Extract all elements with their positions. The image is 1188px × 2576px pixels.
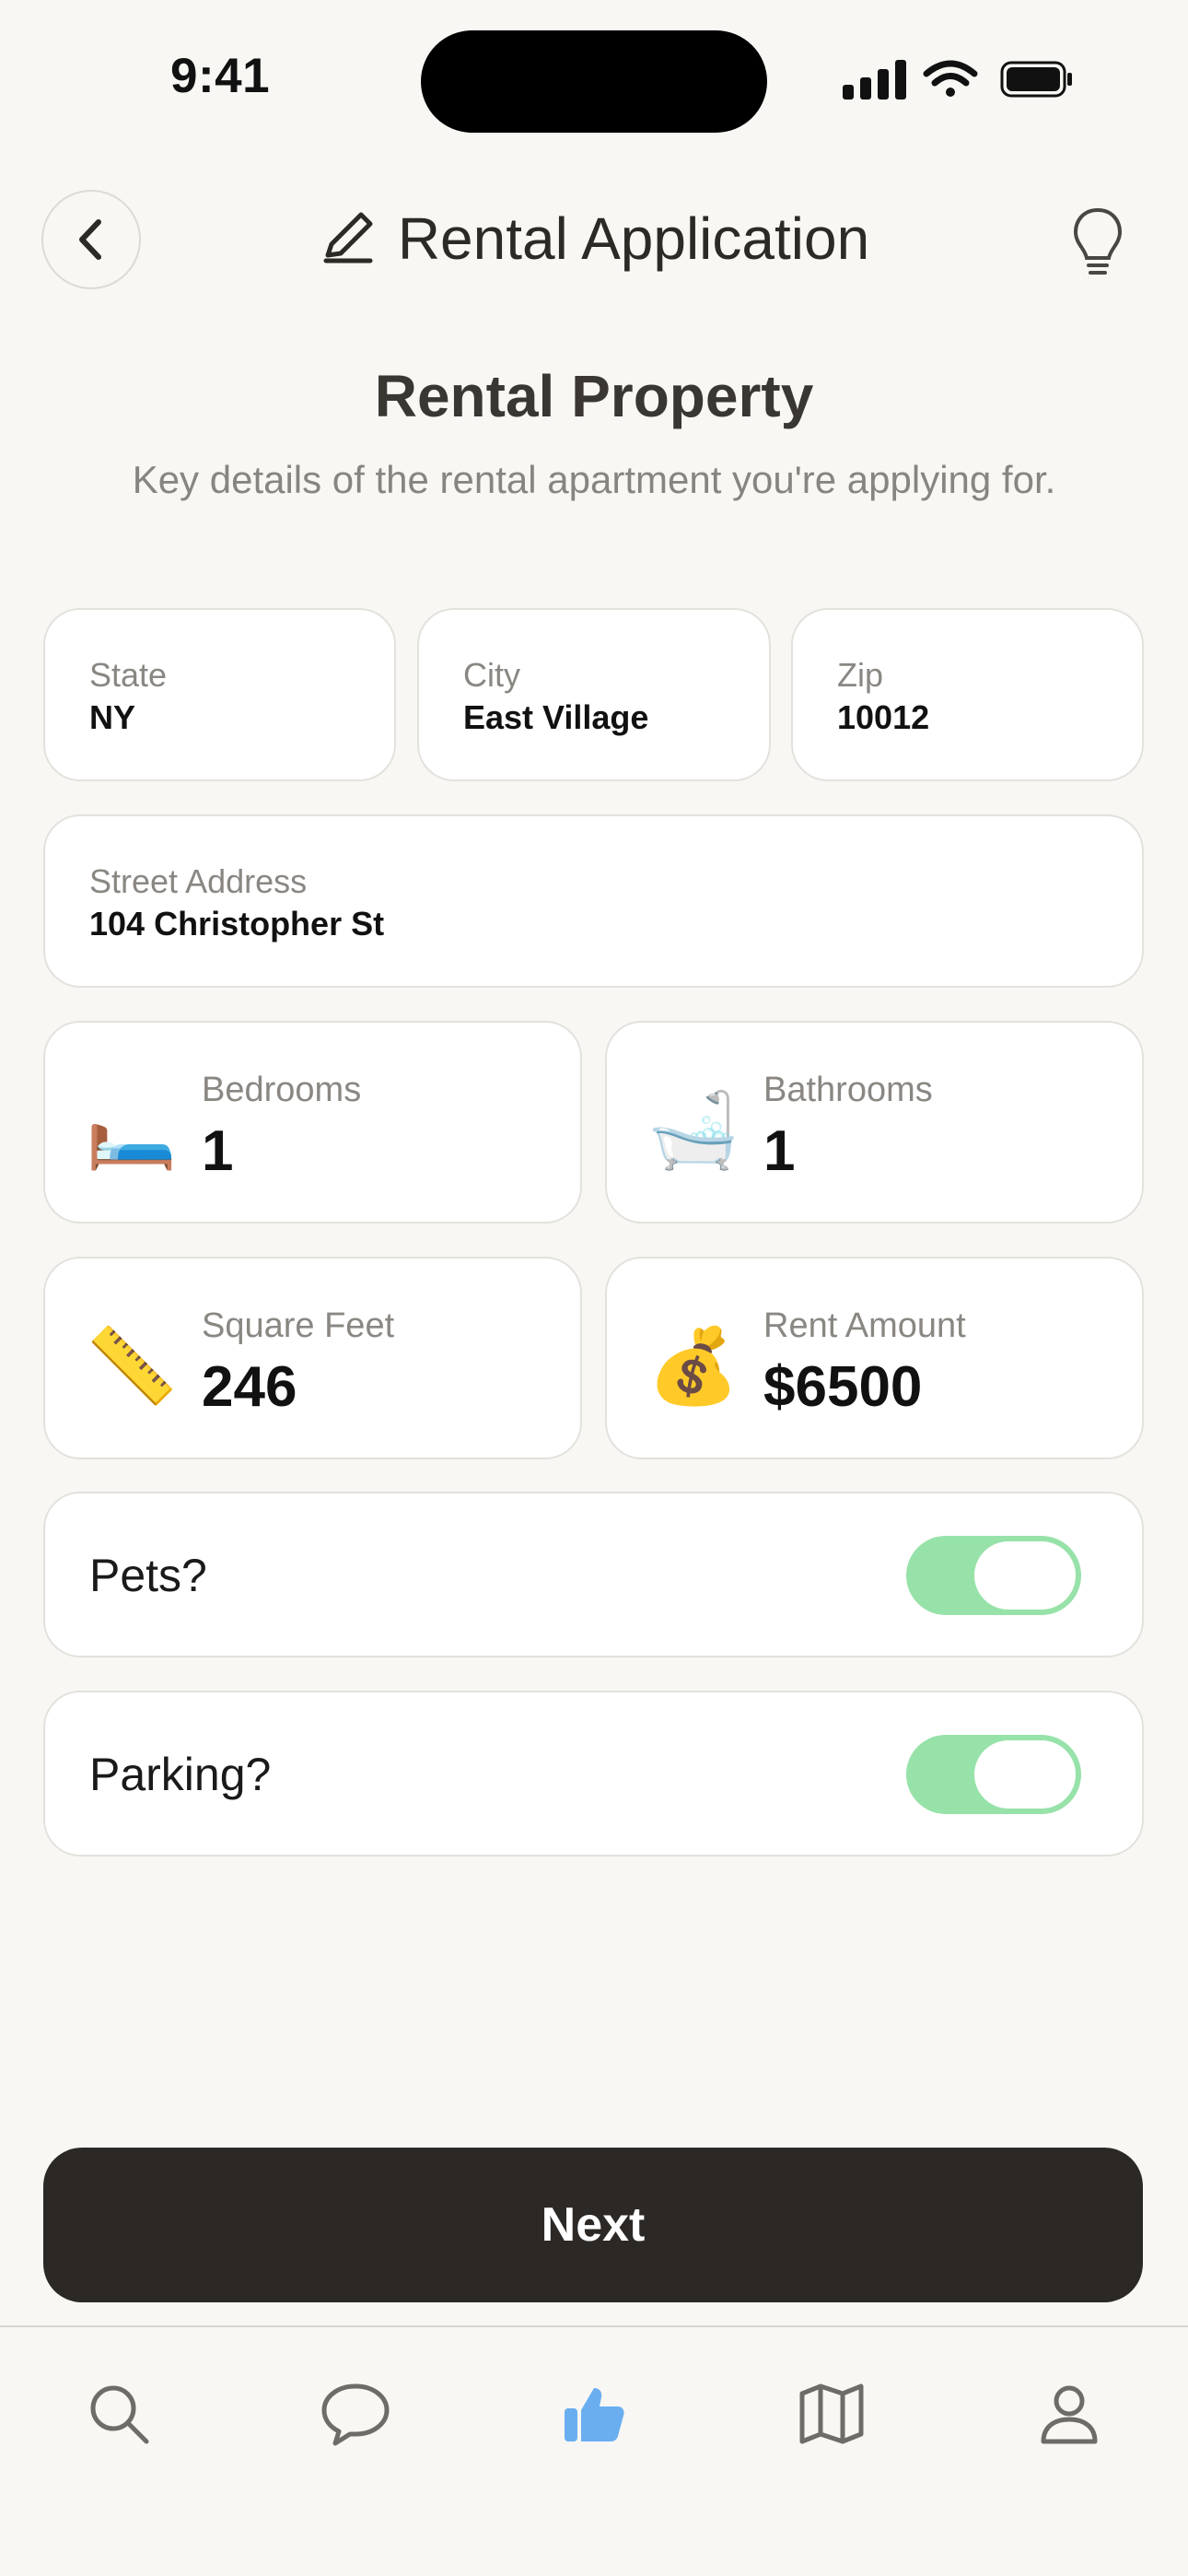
bathrooms-value: 1 — [763, 1119, 796, 1183]
tips-button[interactable] — [1068, 205, 1127, 283]
zip-field[interactable]: Zip 10012 — [791, 608, 1144, 781]
square-feet-field[interactable]: 📏 Square Feet 246 — [43, 1257, 582, 1459]
bed-icon: 🛏️ — [86, 1087, 178, 1173]
money-bag-icon: 💰 — [647, 1323, 740, 1409]
zip-value: 10012 — [837, 698, 930, 736]
header: Rental Application — [0, 205, 1188, 273]
street-address-label: Street Address — [89, 862, 308, 900]
parking-toggle[interactable] — [906, 1735, 1081, 1814]
section-subtitle: Key details of the rental apartment you'… — [132, 458, 1056, 501]
zip-label: Zip — [837, 656, 884, 694]
tab-bar — [0, 2325, 1188, 2576]
parking-label: Parking? — [89, 1749, 272, 1800]
city-field[interactable]: City East Village — [417, 608, 771, 781]
city-value: East Village — [463, 698, 649, 736]
lightbulb-icon — [1073, 207, 1123, 275]
street-address-field[interactable]: Street Address 104 Christopher St — [43, 814, 1144, 988]
bedrooms-field[interactable]: 🛏️ Bedrooms 1 — [43, 1021, 582, 1224]
pets-toggle-knob — [974, 1541, 1076, 1610]
pets-toggle[interactable] — [906, 1536, 1081, 1615]
tab-search[interactable] — [75, 2370, 163, 2458]
street-address-value: 104 Christopher St — [89, 905, 385, 943]
search-icon — [90, 2385, 149, 2444]
wifi-icon — [923, 60, 978, 97]
profile-icon — [1041, 2385, 1098, 2444]
status-time: 9:41 — [170, 49, 271, 103]
state-field[interactable]: State NY — [43, 608, 396, 781]
battery-icon — [1000, 61, 1072, 98]
status-icons — [840, 57, 1079, 108]
tab-map[interactable] — [787, 2370, 876, 2458]
pets-row: Pets? — [43, 1492, 1144, 1657]
bathrooms-field[interactable]: 🛁 Bathrooms 1 — [605, 1021, 1144, 1224]
parking-toggle-knob — [974, 1740, 1076, 1809]
tab-messages[interactable] — [311, 2370, 400, 2458]
dynamic-island — [421, 30, 767, 133]
parking-row: Parking? — [43, 1691, 1144, 1856]
rent-amount-label: Rent Amount — [763, 1306, 966, 1345]
square-feet-label: Square Feet — [202, 1306, 395, 1345]
square-feet-value: 246 — [202, 1355, 297, 1419]
map-icon — [799, 2383, 864, 2444]
pencil-icon — [323, 212, 373, 263]
tab-profile[interactable] — [1025, 2370, 1113, 2458]
rent-amount-value: $6500 — [763, 1355, 923, 1419]
rental-application-screen: 9:41 Rental Application Rental Property … — [0, 0, 1188, 2576]
bedrooms-label: Bedrooms — [202, 1071, 362, 1109]
page-title: Rental Application — [397, 205, 870, 272]
bedrooms-value: 1 — [202, 1119, 234, 1183]
city-label: City — [463, 656, 520, 694]
chat-bubble-icon — [321, 2383, 390, 2446]
bathrooms-label: Bathrooms — [763, 1071, 933, 1109]
tab-applications[interactable] — [550, 2370, 638, 2458]
ruler-icon: 📏 — [86, 1323, 178, 1409]
cellular-signal-icon — [843, 60, 906, 100]
pets-label: Pets? — [89, 1550, 207, 1601]
bathtub-icon: 🛁 — [647, 1087, 740, 1173]
thumbs-up-icon — [565, 2388, 624, 2441]
section-title: Rental Property — [374, 363, 814, 429]
next-button[interactable]: Next — [43, 2148, 1143, 2302]
rent-amount-field[interactable]: 💰 Rent Amount $6500 — [605, 1257, 1144, 1459]
state-value: NY — [89, 698, 136, 736]
state-label: State — [89, 656, 168, 694]
